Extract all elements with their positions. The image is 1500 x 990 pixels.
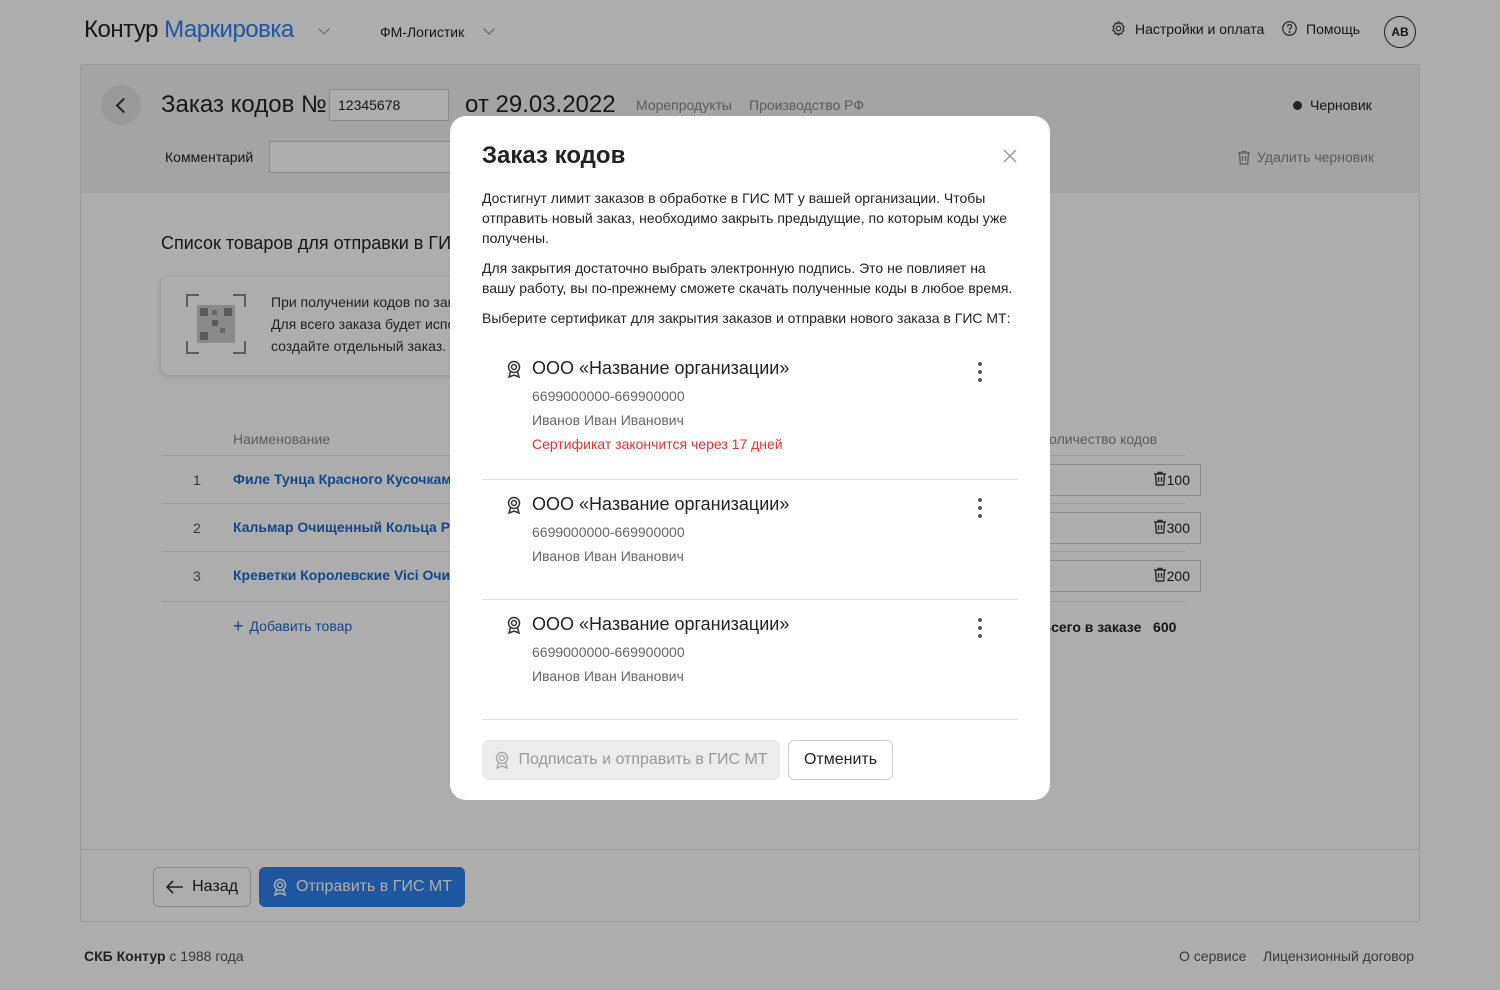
certificate-inn: 6699000000-669900000	[532, 388, 685, 404]
close-icon[interactable]	[1002, 148, 1018, 164]
more-vertical-icon[interactable]	[978, 498, 982, 518]
sign-and-send-button[interactable]: Подписать и отправить в ГИС МТ	[482, 740, 780, 780]
certificate-item[interactable]: ООО «Название организации» 6699000000-66…	[482, 480, 1018, 600]
cancel-button[interactable]: Отменить	[788, 740, 893, 780]
certificate-org: ООО «Название организации»	[532, 614, 790, 634]
certificate-item[interactable]: ООО «Название организации» 6699000000-66…	[482, 600, 1018, 720]
choose-certificate-message: Выберите сертификат для закрытия заказов…	[482, 310, 1011, 326]
certificate-icon	[507, 616, 521, 634]
certificate-org: ООО «Название организации»	[532, 358, 790, 378]
certificate-icon	[507, 496, 521, 514]
sign-label: Подписать и отправить в ГИС МТ	[518, 751, 768, 768]
modal-title: Заказ кодов	[482, 142, 626, 169]
certificate-org: ООО «Название организации»	[532, 494, 790, 514]
signature-message: Для закрытия достаточно выбрать электрон…	[482, 260, 1013, 296]
certificate-icon	[507, 360, 521, 378]
certificate-inn: 6699000000-669900000	[532, 524, 685, 540]
certificate-icon	[496, 751, 509, 769]
certificate-person: Иванов Иван Иванович	[532, 668, 684, 684]
order-codes-modal: Заказ кодов Достигнут лимит заказов в об…	[450, 116, 1050, 800]
more-vertical-icon[interactable]	[978, 618, 982, 638]
more-vertical-icon[interactable]	[978, 362, 982, 382]
certificate-person: Иванов Иван Иванович	[532, 412, 684, 428]
limit-message: Достигнут лимит заказов в обработке в ГИ…	[482, 190, 1008, 246]
certificate-person: Иванов Иван Иванович	[532, 548, 684, 564]
certificate-expiry-warning: Сертификат закончится через 17 дней	[532, 436, 783, 452]
certificate-inn: 6699000000-669900000	[532, 644, 685, 660]
certificate-item[interactable]: ООО «Название организации» 6699000000-66…	[482, 344, 1018, 480]
